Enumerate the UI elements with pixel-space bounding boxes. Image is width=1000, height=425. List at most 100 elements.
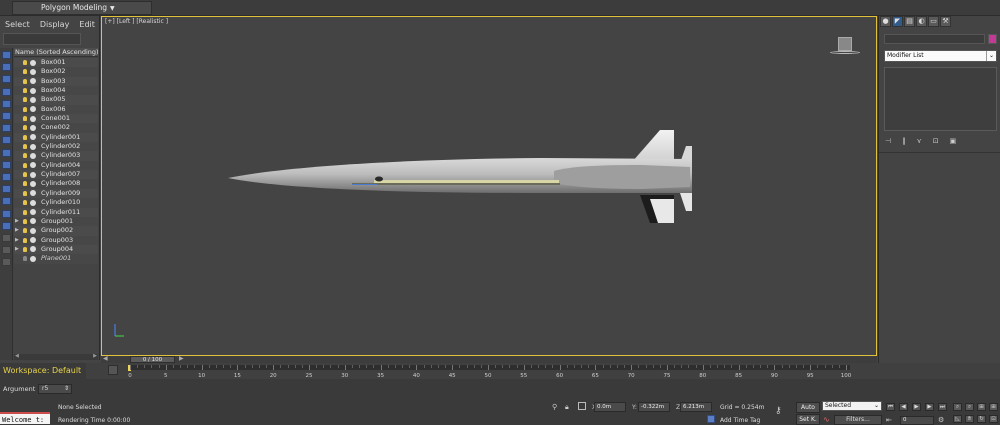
tree-item[interactable]: Box001 (14, 58, 98, 68)
visibility-bulb-icon[interactable] (23, 246, 27, 252)
visibility-bulb-icon[interactable] (23, 256, 27, 262)
display-none-icon[interactable] (2, 221, 11, 230)
y-coord-field[interactable]: -0.322m (638, 402, 670, 412)
curve-icon[interactable]: ∿ (823, 415, 830, 424)
visibility-bulb-icon[interactable] (23, 172, 27, 178)
configure-sets-icon[interactable]: ▣ (950, 137, 957, 147)
visibility-bulb-icon[interactable] (23, 144, 27, 150)
lock-icon[interactable]: 🔒︎ (565, 403, 569, 412)
object-name-field[interactable] (884, 34, 985, 44)
display-spacewarps-icon[interactable] (2, 124, 11, 133)
visibility-bulb-icon[interactable] (23, 78, 27, 84)
select-icon[interactable] (2, 51, 11, 59)
display-frozen-icon[interactable] (2, 185, 11, 194)
ribbon-tab-polygon-modeling[interactable]: Polygon Modeling ▼ (12, 1, 152, 15)
visibility-bulb-icon[interactable] (23, 218, 27, 224)
find-icon[interactable] (2, 258, 11, 267)
object-color-swatch[interactable] (988, 34, 997, 44)
tree-item[interactable]: Box003 (14, 76, 98, 87)
tree-item[interactable]: Plane001 (14, 254, 98, 264)
key-selection-dropdown[interactable]: Selected ⌄ (822, 401, 882, 411)
expand-arrow-icon[interactable]: ▶ (15, 245, 19, 254)
menu-select[interactable]: Select (5, 18, 30, 32)
visibility-bulb-icon[interactable] (23, 97, 27, 103)
z-coord-field[interactable]: 6.213m (680, 402, 712, 412)
display-helpers-icon[interactable] (2, 112, 11, 120)
display-hidden-icon[interactable] (2, 197, 11, 206)
track-filter-icon[interactable] (108, 365, 118, 375)
go-to-start-icon[interactable]: ⏮ (886, 403, 895, 411)
key-mode-icon[interactable]: ⇤ (886, 416, 892, 424)
next-frame-icon[interactable]: ▶ (925, 403, 934, 411)
tree-item[interactable]: ▶ Group002 (14, 226, 98, 236)
pin-stack-icon[interactable]: ⊣ (885, 137, 891, 147)
scroll-right-icon[interactable]: ▶ (93, 353, 97, 359)
visibility-bulb-icon[interactable] (23, 106, 27, 112)
auto-key-button[interactable]: Auto (796, 402, 820, 413)
track-bar-base[interactable] (128, 365, 850, 370)
zoom-icon[interactable]: ⌕ (953, 403, 962, 411)
zoom-extents-all-icon[interactable]: ⊞ (989, 403, 998, 411)
key-filters-button[interactable]: Filters... (834, 415, 882, 425)
set-key-icon[interactable]: ⚷ (775, 406, 782, 416)
display-geometry-icon[interactable] (2, 63, 11, 72)
maximize-viewport-icon[interactable]: ⊡ (989, 415, 998, 423)
time-tag-icon[interactable] (707, 415, 715, 423)
modify-icon[interactable]: ◤ (892, 16, 903, 27)
tree-item[interactable]: ▶ Group004 (14, 244, 98, 255)
tree-item[interactable]: Box004 (14, 86, 98, 96)
tree-item[interactable]: Cylinder002 (14, 142, 98, 152)
visibility-bulb-icon[interactable] (23, 69, 27, 75)
display-bones-icon[interactable] (2, 160, 11, 169)
filter-icon[interactable] (2, 246, 11, 255)
tree-item[interactable]: Cylinder010 (14, 198, 98, 208)
display-xrefs-icon[interactable] (2, 148, 11, 157)
tree-item[interactable]: Box006 (14, 104, 98, 115)
visibility-bulb-icon[interactable] (23, 125, 27, 131)
expand-arrow-icon[interactable]: ▶ (15, 217, 19, 226)
remove-modifier-icon[interactable]: ⊡ (933, 137, 939, 147)
zoom-extents-icon[interactable]: ⊞ (977, 403, 986, 411)
visibility-bulb-icon[interactable] (23, 116, 27, 122)
display-containers-icon[interactable] (2, 173, 11, 181)
explorer-scrollbar[interactable]: ◀ ▶ (14, 353, 98, 360)
menu-edit[interactable]: Edit (79, 18, 95, 32)
display-lights-icon[interactable] (2, 87, 11, 96)
visibility-bulb-icon[interactable] (23, 190, 27, 196)
visibility-bulb-icon[interactable] (23, 237, 27, 243)
scroll-left-icon[interactable]: ◀ (15, 353, 19, 359)
workspace-selector[interactable]: Workspace: Default (0, 363, 86, 379)
play-icon[interactable]: ▶ (912, 403, 921, 411)
argument-select[interactable]: r5 ⇕ (38, 384, 72, 394)
tree-item[interactable]: Cone001 (14, 114, 98, 124)
display-groups-icon[interactable] (2, 136, 11, 145)
visibility-bulb-icon[interactable] (23, 228, 27, 234)
time-slider-thumb[interactable]: 0 / 100 (130, 356, 175, 363)
expand-arrow-icon[interactable]: ▶ (15, 226, 19, 235)
expand-arrow-icon[interactable]: ▶ (15, 236, 19, 245)
make-unique-icon[interactable]: ⋎ (917, 137, 922, 147)
track-bar[interactable]: 0 5 10 15 20 25 30 35 40 45 50 55 60 65 70 75 80 85 90 95 10… (128, 365, 851, 379)
tree-item[interactable]: Cone002 (14, 123, 98, 133)
tree-item[interactable]: ▶ Group003 (14, 235, 98, 245)
visibility-bulb-icon[interactable] (23, 60, 27, 65)
visibility-bulb-icon[interactable] (23, 162, 27, 168)
time-config-icon[interactable]: ⚙ (938, 416, 944, 424)
hierarchy-icon[interactable]: ▤ (904, 16, 915, 27)
display-cameras-icon[interactable] (2, 99, 11, 108)
viewcube[interactable] (838, 37, 852, 51)
modifier-stack[interactable] (884, 67, 997, 131)
viewport-left[interactable]: [+] [Left ] [Realistic ] (101, 16, 877, 356)
tree-item[interactable]: Cylinder001 (14, 132, 98, 143)
display-shapes-icon[interactable] (2, 75, 11, 84)
previous-frame-icon[interactable]: ◀ (899, 403, 908, 411)
utilities-icon[interactable]: ⚒ (940, 16, 951, 27)
absolute-mode-icon[interactable] (578, 402, 586, 410)
go-to-end-icon[interactable]: ⏭ (938, 403, 947, 411)
tree-item[interactable]: Cylinder008 (14, 179, 98, 189)
display-all-icon[interactable] (2, 209, 11, 218)
menu-display[interactable]: Display (40, 18, 70, 32)
show-end-result-icon[interactable]: ‖ (902, 137, 906, 147)
visibility-bulb-icon[interactable] (23, 200, 27, 206)
visibility-bulb-icon[interactable] (23, 88, 27, 94)
